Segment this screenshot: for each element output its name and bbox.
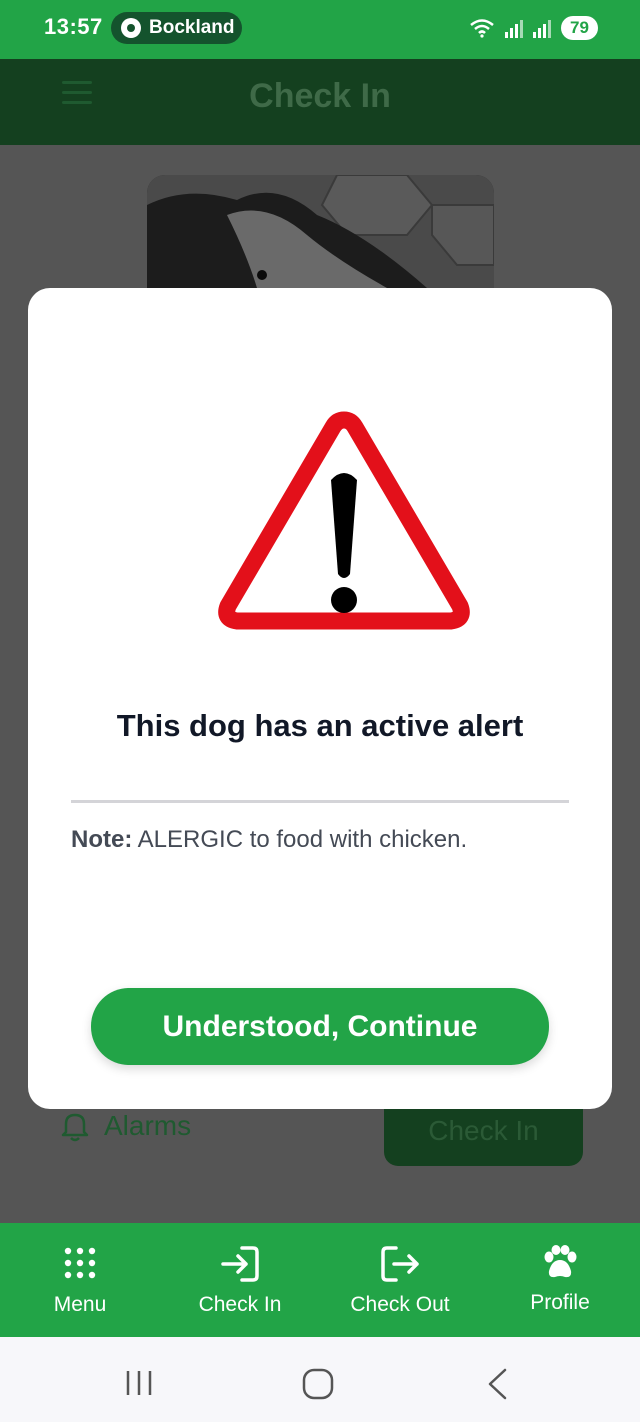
divider [71,800,569,803]
dog-photo [147,175,494,288]
battery-indicator: 79 [561,16,598,40]
system-icons: 79 [469,16,598,40]
status-bar: 13:57 Bockland 79 [0,0,640,59]
back-icon[interactable] [485,1367,509,1401]
nav-label-check-in: Check In [198,1293,282,1316]
signal-icon [533,18,551,38]
note-label: Note: [71,826,133,853]
login-arrow-icon [221,1246,259,1282]
system-navigation-bar [0,1337,640,1422]
nav-item-menu[interactable]: Menu [0,1223,160,1337]
bottom-navigation: Menu Check In Check Out Profile [0,1223,640,1337]
note-text: ALERGIC to food with chicken. [137,826,468,853]
alert-modal: This dog has an active alert Note: ALERG… [28,288,612,1109]
warning-triangle-icon [218,411,470,630]
logout-arrow-icon [381,1246,419,1282]
nav-item-profile[interactable]: Profile [480,1223,640,1337]
nav-item-check-in[interactable]: Check In [160,1223,320,1337]
alert-title: This dog has an active alert [116,708,524,743]
nav-label-profile: Profile [530,1291,590,1314]
signal-r-icon [505,18,523,38]
alarms-label: Alarms [104,1110,192,1141]
nav-label-menu: Menu [53,1293,107,1316]
nav-item-check-out[interactable]: Check Out [320,1223,480,1337]
recent-apps-icon[interactable] [124,1369,154,1397]
chrome-pill-label: Bockland [149,17,235,38]
chrome-icon [121,18,141,38]
chrome-notification-pill[interactable]: Bockland [111,12,242,44]
alert-note: Note: ALERGIC to food with chicken. [71,826,467,854]
paw-icon [544,1245,577,1278]
bell-icon [61,1113,89,1142]
status-time: 13:57 [44,14,103,39]
nav-label-check-out: Check Out [350,1293,450,1316]
understood-continue-button[interactable]: Understood, Continue [91,988,549,1065]
home-icon[interactable] [302,1368,334,1400]
wifi-icon [470,19,494,38]
page-title: Check In [249,77,391,115]
app-bar: Check In [0,59,640,145]
grid-dots-icon [64,1247,96,1279]
alarms-link[interactable]: Alarms [60,1110,191,1142]
